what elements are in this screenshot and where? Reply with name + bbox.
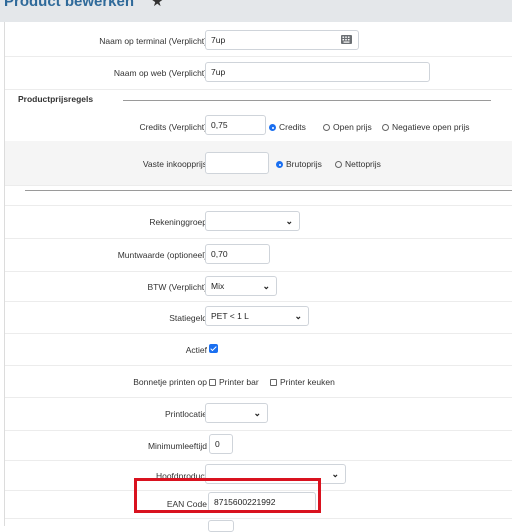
chevron-down-icon: ⌄: [294, 311, 302, 321]
coin-value-label: Muntwaarde (optioneel): [117, 250, 207, 260]
printer-kitchen-label: Printer keuken: [280, 377, 335, 387]
radio-selected-icon: [269, 124, 276, 131]
form-row-next: [5, 518, 512, 532]
section-divider: [123, 100, 491, 101]
active-checkbox[interactable]: [209, 344, 218, 353]
chevron-down-icon: ⌄: [253, 408, 261, 418]
radio-unselected-icon: [335, 161, 342, 168]
radio-unselected-icon: [382, 124, 389, 131]
form-row-coin-value: Muntwaarde (optioneel) 0,70: [5, 238, 512, 272]
form-row-credits: Credits (Verplicht) 0,75 Credits Open pr…: [5, 111, 512, 142]
terminal-name-label: Naam op terminal (Verplicht): [99, 36, 207, 46]
price-rules-section: Productprijsregels: [5, 89, 512, 111]
form-row-terminal-name: Naam op terminal (Verplicht) 7up: [5, 22, 512, 57]
next-input[interactable]: [208, 520, 234, 532]
radio-unselected-icon: [323, 124, 330, 131]
form-row-print-location: Printlocatie ⌄: [5, 397, 512, 431]
coin-value-input[interactable]: 0,70: [205, 244, 270, 264]
radio-credits-label: Credits: [279, 122, 306, 132]
page-header: Product bewerken ★: [0, 0, 512, 22]
account-group-select[interactable]: ⌄: [205, 211, 300, 231]
page-title: Product bewerken: [4, 0, 135, 10]
print-location-select[interactable]: ⌄: [205, 403, 268, 423]
chevron-down-icon: ⌄: [285, 216, 293, 226]
ean-highlight-box: [134, 478, 321, 513]
deposit-select[interactable]: PET < 1 L ⌄: [205, 306, 309, 326]
chevron-down-icon: ⌄: [331, 469, 339, 479]
radio-net-price[interactable]: Nettoprijs: [335, 159, 381, 169]
keyboard-icon[interactable]: [341, 35, 352, 44]
product-form: Naam op terminal (Verplicht) 7up Naam op…: [4, 22, 512, 532]
min-age-input[interactable]: 0: [209, 434, 233, 454]
divider-row: [5, 185, 512, 206]
print-location-label: Printlocatie: [164, 409, 207, 419]
web-name-input[interactable]: 7up: [205, 62, 430, 82]
checkbox-unchecked-icon: [270, 379, 277, 386]
radio-open-price-label: Open prijs: [333, 122, 372, 132]
radio-negative-open-price[interactable]: Negatieve open prijs: [382, 122, 470, 132]
chevron-down-icon: ⌄: [262, 281, 270, 291]
radio-selected-icon: [276, 161, 283, 168]
radio-gross-price[interactable]: Brutoprijs: [276, 159, 322, 169]
web-name-label: Naam op web (Verplicht): [113, 68, 207, 78]
vat-value: Mix: [211, 281, 225, 291]
purchase-price-input[interactable]: [205, 152, 269, 174]
receipt-printer-label: Bonnetje printen op: [133, 377, 207, 387]
checkbox-printer-bar[interactable]: Printer bar: [209, 377, 259, 387]
radio-net-price-label: Nettoprijs: [345, 159, 381, 169]
active-label: Actief: [185, 345, 207, 355]
star-icon[interactable]: ★: [151, 0, 164, 10]
radio-open-price[interactable]: Open prijs: [323, 122, 372, 132]
checkbox-printer-kitchen[interactable]: Printer keuken: [270, 377, 335, 387]
form-row-active: Actief: [5, 333, 512, 366]
radio-gross-price-label: Brutoprijs: [286, 159, 322, 169]
printer-bar-label: Printer bar: [219, 377, 259, 387]
terminal-name-input[interactable]: 7up: [205, 30, 359, 50]
radio-credits[interactable]: Credits: [269, 122, 306, 132]
form-row-account-group: Rekeninggroep ⌄: [5, 205, 512, 239]
credits-label: Credits (Verplicht): [139, 122, 207, 132]
vat-label: BTW (Verplicht): [147, 282, 207, 292]
form-row-vat: BTW (Verplicht) Mix ⌄: [5, 271, 512, 302]
checkbox-unchecked-icon: [209, 379, 216, 386]
account-group-label: Rekeninggroep: [149, 217, 207, 227]
min-age-label: Minimumleeftijd: [147, 441, 207, 451]
form-row-deposit: Statiegeld PET < 1 L ⌄: [5, 301, 512, 334]
deposit-label: Statiegeld: [169, 313, 207, 323]
form-row-web-name: Naam op web (Verplicht) 7up: [5, 56, 512, 90]
form-row-purchase-price: Vaste inkoopprijs Brutoprijs Nettoprijs: [5, 141, 512, 186]
price-rules-title: Productprijsregels: [18, 94, 94, 104]
credits-input[interactable]: 0,75: [205, 115, 266, 135]
purchase-price-label: Vaste inkoopprijs: [142, 159, 207, 169]
form-row-receipt-printer: Bonnetje printen op Printer bar Printer …: [5, 365, 512, 398]
radio-negative-open-price-label: Negatieve open prijs: [392, 122, 470, 132]
form-row-min-age: Minimumleeftijd 0: [5, 430, 512, 461]
deposit-value: PET < 1 L: [211, 311, 249, 321]
vat-select[interactable]: Mix ⌄: [205, 276, 277, 296]
price-rules-end-divider: [25, 190, 512, 191]
